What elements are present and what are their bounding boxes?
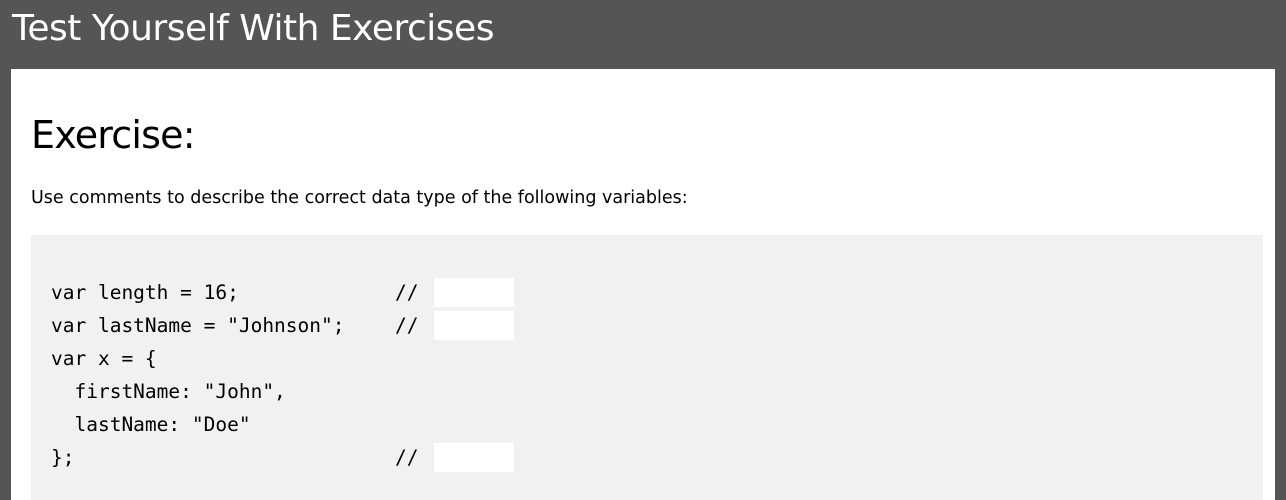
page-title: Test Yourself With Exercises: [12, 8, 494, 49]
code-line-object-start: var x = {: [51, 347, 157, 370]
comment-marker-length: //: [395, 281, 419, 304]
code-line-firstname-property: firstName: "John",: [51, 380, 286, 403]
comment-marker-object: //: [395, 446, 419, 469]
exercise-page: Test Yourself With Exercises Exercise: U…: [0, 0, 1286, 500]
exercise-title: Exercise:: [31, 113, 196, 157]
exercise-header: Test Yourself With Exercises: [0, 0, 1286, 69]
code-line-lastname: var lastName = "Johnson";: [51, 314, 345, 337]
code-line-length: var length = 16;: [51, 281, 239, 304]
code-editor: var length = 16; // var lastName = "John…: [31, 235, 1263, 500]
answer-input-lastname[interactable]: [434, 311, 514, 340]
answer-input-object[interactable]: [434, 443, 514, 472]
code-line-object-end: };: [51, 446, 75, 469]
exercise-instruction: Use comments to describe the correct dat…: [31, 188, 688, 208]
code-line-lastname-property: lastName: "Doe": [51, 413, 251, 436]
answer-input-length[interactable]: [434, 278, 514, 307]
exercise-panel: Exercise: Use comments to describe the c…: [11, 69, 1275, 500]
comment-marker-lastname: //: [395, 314, 419, 337]
